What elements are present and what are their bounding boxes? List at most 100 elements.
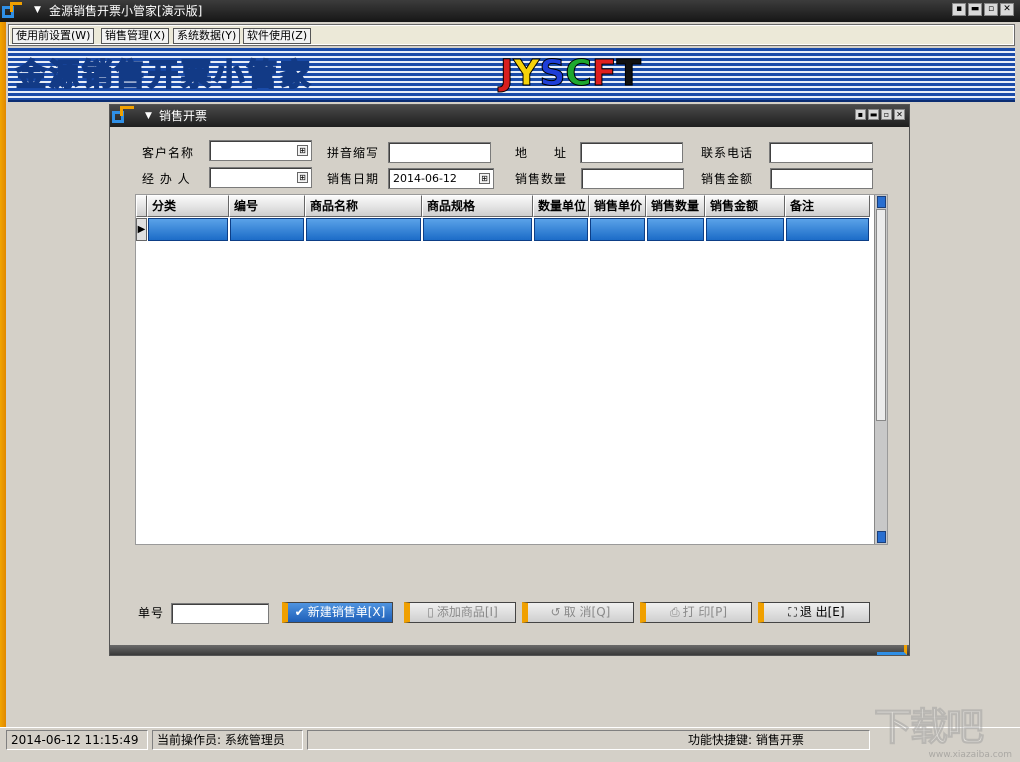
printer-icon: ⎙ <box>669 605 680 619</box>
pinyin-label: 拼音缩写 <box>327 146 380 160</box>
scroll-up-icon[interactable] <box>877 196 886 208</box>
maximize-icon[interactable]: ▫ <box>984 3 998 16</box>
lookup-icon[interactable]: ⊞ <box>297 145 308 156</box>
status-shortcut: 功能快捷键: 销售开票 <box>307 730 870 750</box>
calendar-icon[interactable]: ⊞ <box>479 173 490 184</box>
address-field[interactable] <box>580 142 683 163</box>
watermark-url: www.xiazaiba.com <box>928 750 1012 760</box>
new-sales-order-button[interactable]: ✔ 新建销售单[X] <box>282 602 393 623</box>
column-header-product-spec[interactable]: 商品规格 <box>422 195 533 217</box>
grid-cell[interactable] <box>786 218 869 241</box>
grid-cell[interactable] <box>534 218 588 241</box>
pinyin-field[interactable] <box>388 142 491 163</box>
brand-logo: JYSCFT <box>499 53 642 94</box>
scroll-thumb[interactable] <box>876 209 886 421</box>
brand-letter: C <box>565 53 592 94</box>
undo-icon: ↺ <box>550 605 561 619</box>
status-bar: 2014-06-12 11:15:49 当前操作员: 系统管理员 功能快捷键: … <box>0 706 1020 762</box>
new-sales-order-label: 新建销售单[X] <box>307 605 386 619</box>
menu-sales-management[interactable]: 销售管理(X) <box>101 28 170 44</box>
document-icon: ▯ <box>427 605 434 619</box>
app-logo-icon <box>2 2 26 20</box>
column-header-quantity[interactable]: 销售数量 <box>646 195 705 217</box>
child-logo-icon <box>112 106 136 125</box>
grid-cell[interactable] <box>148 218 228 241</box>
grid-header: 分类 编号 商品名称 商品规格 数量单位 销售单价 销售数量 销售金额 备注 <box>136 195 874 217</box>
close-icon[interactable]: ✕ <box>1000 3 1014 16</box>
print-label: 打 印[P] <box>682 605 728 619</box>
menu-system-data[interactable]: 系统数据(Y) <box>173 28 241 44</box>
add-product-button[interactable]: ▯ 添加商品[I] <box>404 602 516 623</box>
grid-cell[interactable] <box>706 218 784 241</box>
brand-letter: Y <box>513 53 540 94</box>
column-header-product-name[interactable]: 商品名称 <box>305 195 422 217</box>
phone-field[interactable] <box>769 142 873 163</box>
order-no-field[interactable] <box>171 603 269 624</box>
system-menu-icon[interactable]: ▼ <box>34 4 43 16</box>
grid-cell[interactable] <box>423 218 532 241</box>
brand-letter: S <box>539 53 566 94</box>
exit-icon: ⛶ <box>788 605 797 619</box>
handler-field[interactable]: ⊞ <box>209 167 312 188</box>
lookup-icon[interactable]: ⊞ <box>297 172 308 183</box>
sales-items-grid[interactable]: 分类 编号 商品名称 商品规格 数量单位 销售单价 销售数量 销售金额 备注 ▶ <box>135 194 888 545</box>
customer-name-field[interactable]: ⊞ <box>209 140 312 161</box>
grid-cell[interactable] <box>590 218 645 241</box>
add-product-label: 添加商品[I] <box>436 605 498 619</box>
grid-cell[interactable] <box>647 218 704 241</box>
app-title-bar: ▼ 金源销售开票小管家[演示版] ▪ ▬ ▫ ✕ <box>0 0 1020 22</box>
column-header-amount[interactable]: 销售金额 <box>705 195 785 217</box>
sale-date-field[interactable]: 2014-06-12 ⊞ <box>388 168 494 189</box>
column-header-code[interactable]: 编号 <box>229 195 305 217</box>
handler-label: 经 办 人 <box>142 172 191 186</box>
app-banner: 金源销售开票小管家 JYSCFT <box>8 48 1015 102</box>
status-datetime: 2014-06-12 11:15:49 <box>6 730 148 750</box>
banner-title: 金源销售开票小管家 <box>15 57 313 94</box>
phone-label: 联系电话 <box>701 146 754 160</box>
watermark-text: 下载吧 <box>873 705 984 749</box>
sale-qty-label: 销售数量 <box>515 172 568 186</box>
address-label: 地 址 <box>515 146 568 160</box>
column-header-category[interactable]: 分类 <box>147 195 229 217</box>
maximize-icon[interactable]: ▫ <box>881 109 892 120</box>
row-indicator-icon: ▶ <box>136 218 147 241</box>
sale-qty-field[interactable] <box>581 168 684 189</box>
minimize-icon[interactable]: ▬ <box>868 109 879 120</box>
close-icon[interactable]: ✕ <box>894 109 905 120</box>
sale-amount-field[interactable] <box>770 168 873 189</box>
sales-invoice-window: ▼ 销售开票 ▪ ▬ ▫ ✕ 客户名称 ⊞ 拼音缩写 地 址 联系电话 经 办 … <box>109 104 910 656</box>
child-title-bar: ▼ 销售开票 ▪ ▬ ▫ ✕ <box>110 105 909 127</box>
child-system-menu-icon[interactable]: ▼ <box>145 110 152 122</box>
child-window-controls: ▪ ▬ ▫ ✕ <box>855 109 905 120</box>
column-header-unit[interactable]: 数量单位 <box>533 195 589 217</box>
menu-bar: 使用前设置(W) 销售管理(X) 系统数据(Y) 软件使用(Z) <box>8 24 1015 46</box>
grid-cell[interactable] <box>306 218 421 241</box>
menu-software-usage[interactable]: 软件使用(Z) <box>243 28 312 44</box>
grid-corner <box>136 195 147 217</box>
exit-button[interactable]: ⛶ 退 出[E] <box>758 602 870 623</box>
customer-name-label: 客户名称 <box>142 146 195 160</box>
sale-date-value: 2014-06-12 <box>393 172 457 185</box>
scroll-down-icon[interactable] <box>877 531 886 543</box>
column-header-remarks[interactable]: 备注 <box>785 195 870 217</box>
grid-cell[interactable] <box>230 218 304 241</box>
minimize-icon[interactable]: ▬ <box>968 3 982 16</box>
checkmark-icon: ✔ <box>294 605 305 619</box>
menu-pre-settings[interactable]: 使用前设置(W) <box>12 28 95 44</box>
grid-vertical-scrollbar[interactable] <box>874 195 887 544</box>
child-bottom-border <box>110 645 909 655</box>
brand-letter: T <box>616 53 642 94</box>
app-title: 金源销售开票小管家[演示版] <box>49 4 203 18</box>
order-no-label: 单号 <box>138 606 165 620</box>
cancel-button[interactable]: ↺ 取 消[Q] <box>522 602 634 623</box>
left-accent-strip <box>0 22 6 727</box>
menu-icon[interactable]: ▪ <box>952 3 966 16</box>
print-button[interactable]: ⎙ 打 印[P] <box>640 602 752 623</box>
column-header-unit-price[interactable]: 销售单价 <box>589 195 646 217</box>
sale-date-label: 销售日期 <box>327 172 380 186</box>
watermark-logo: 下载吧 www.xiazaiba.com <box>873 704 1014 762</box>
child-window-title: 销售开票 <box>159 109 208 123</box>
restore-icon[interactable]: ▪ <box>855 109 866 120</box>
exit-label: 退 出[E] <box>799 605 845 619</box>
sale-amount-label: 销售金额 <box>701 172 754 186</box>
